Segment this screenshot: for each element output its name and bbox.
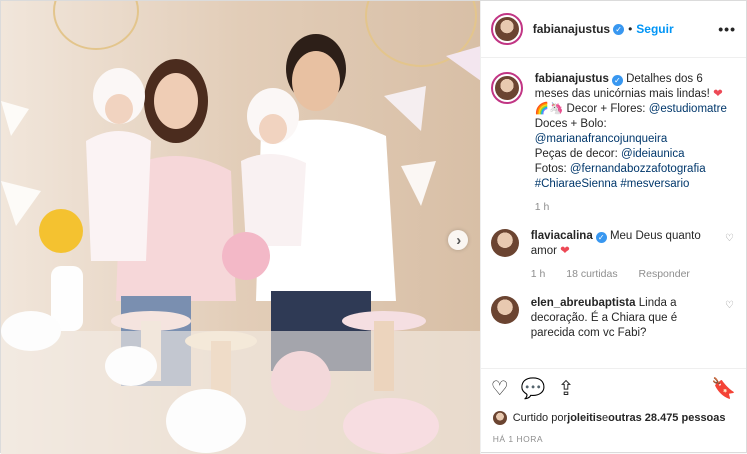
- post-timestamp[interactable]: HÁ 1 HORA: [481, 428, 746, 454]
- next-photo-button[interactable]: ›: [447, 230, 468, 250]
- comment-item: flaviacalina ✓ Meu Deus quanto amor ❤ 1 h…: [490, 229, 734, 290]
- caption-doces-label: Doces + Bolo:: [534, 118, 607, 130]
- caption-avatar[interactable]: [490, 72, 523, 104]
- likes-summary: Curtido por joleitis e outras 28.475 pes…: [481, 408, 746, 428]
- likes-prefix: Curtido por: [512, 412, 568, 424]
- heart-emoji: ❤: [713, 88, 723, 100]
- mention-link[interactable]: @fernandabozzafotografia: [570, 163, 706, 175]
- commenter-avatar[interactable]: [490, 229, 519, 257]
- share-icon[interactable]: ⇪: [558, 379, 575, 399]
- post-header: fabianajustus ✓ • Seguir •••: [480, 1, 746, 58]
- heart-icon[interactable]: ♡: [491, 379, 509, 399]
- mention-link[interactable]: @ideiaunica: [621, 148, 684, 160]
- mention-link[interactable]: @estudiomatre: [649, 103, 727, 115]
- comment-icon[interactable]: 💬: [521, 379, 546, 399]
- comment-time[interactable]: 1 h: [531, 268, 546, 280]
- caption-fotos-label: Fotos:: [534, 163, 570, 175]
- separator-dot: •: [628, 22, 633, 36]
- mention-link[interactable]: @marianafrancojunqueira: [535, 133, 668, 145]
- bookmark-icon[interactable]: 🔖: [711, 379, 736, 399]
- follow-button[interactable]: Seguir: [636, 22, 673, 36]
- hashtag-links[interactable]: #ChiaraeSienna #mesversario: [535, 178, 690, 190]
- commenter-username[interactable]: elen_abreubaptista: [531, 297, 636, 309]
- chevron-right-icon: ›: [456, 231, 462, 249]
- commenter-username[interactable]: flaviacalina: [531, 230, 593, 242]
- caption-time[interactable]: 1 h: [535, 201, 550, 213]
- post-sidebar: fabianajustus ✓ • Seguir ••• fabianajust…: [479, 1, 746, 454]
- comment-like-heart-icon[interactable]: ♡: [725, 233, 734, 244]
- action-bar: ♡ 💬 ⇪ 🔖: [480, 368, 746, 408]
- caption-meta: 1 h: [535, 200, 734, 215]
- instagram-post: › fabianajustus ✓ • Seguir ••• fabianaju…: [0, 0, 747, 454]
- comment-likes[interactable]: 18 curtidas: [566, 268, 617, 280]
- verified-badge-icon: ✓: [611, 75, 623, 86]
- comment-item: elen_abreubaptista Linda a decoração. É …: [490, 296, 734, 341]
- more-options-icon[interactable]: •••: [718, 21, 736, 37]
- heart-emoji: ❤: [560, 245, 570, 257]
- author-avatar[interactable]: [490, 13, 523, 45]
- caption-decor-label: 🌈🦄 Decor + Flores:: [534, 103, 649, 115]
- comment-like-heart-icon[interactable]: ♡: [725, 300, 734, 311]
- verified-badge-icon: ✓: [613, 23, 625, 35]
- comments-list[interactable]: fabianajustus ✓ Detalhes dos 6 meses das …: [481, 58, 746, 368]
- caption: fabianajustus ✓ Detalhes dos 6 meses das …: [490, 72, 734, 223]
- reply-button[interactable]: Responder: [639, 268, 690, 280]
- verified-badge-icon: ✓: [595, 232, 607, 243]
- liker-avatar[interactable]: [492, 411, 507, 425]
- commenter-avatar[interactable]: [490, 296, 519, 324]
- family-photo-illustration: [1, 1, 480, 454]
- caption-pecas-label: Peças de decor:: [534, 148, 622, 160]
- post-photo[interactable]: ›: [1, 1, 480, 454]
- caption-username[interactable]: fabianajustus: [535, 73, 609, 85]
- comment-meta: 1 h 18 curtidas Responder: [531, 267, 719, 282]
- liker-username[interactable]: joleitis: [567, 412, 602, 424]
- likes-others-link[interactable]: outras 28.475 pessoas: [608, 412, 725, 424]
- author-username[interactable]: fabianajustus: [533, 22, 610, 36]
